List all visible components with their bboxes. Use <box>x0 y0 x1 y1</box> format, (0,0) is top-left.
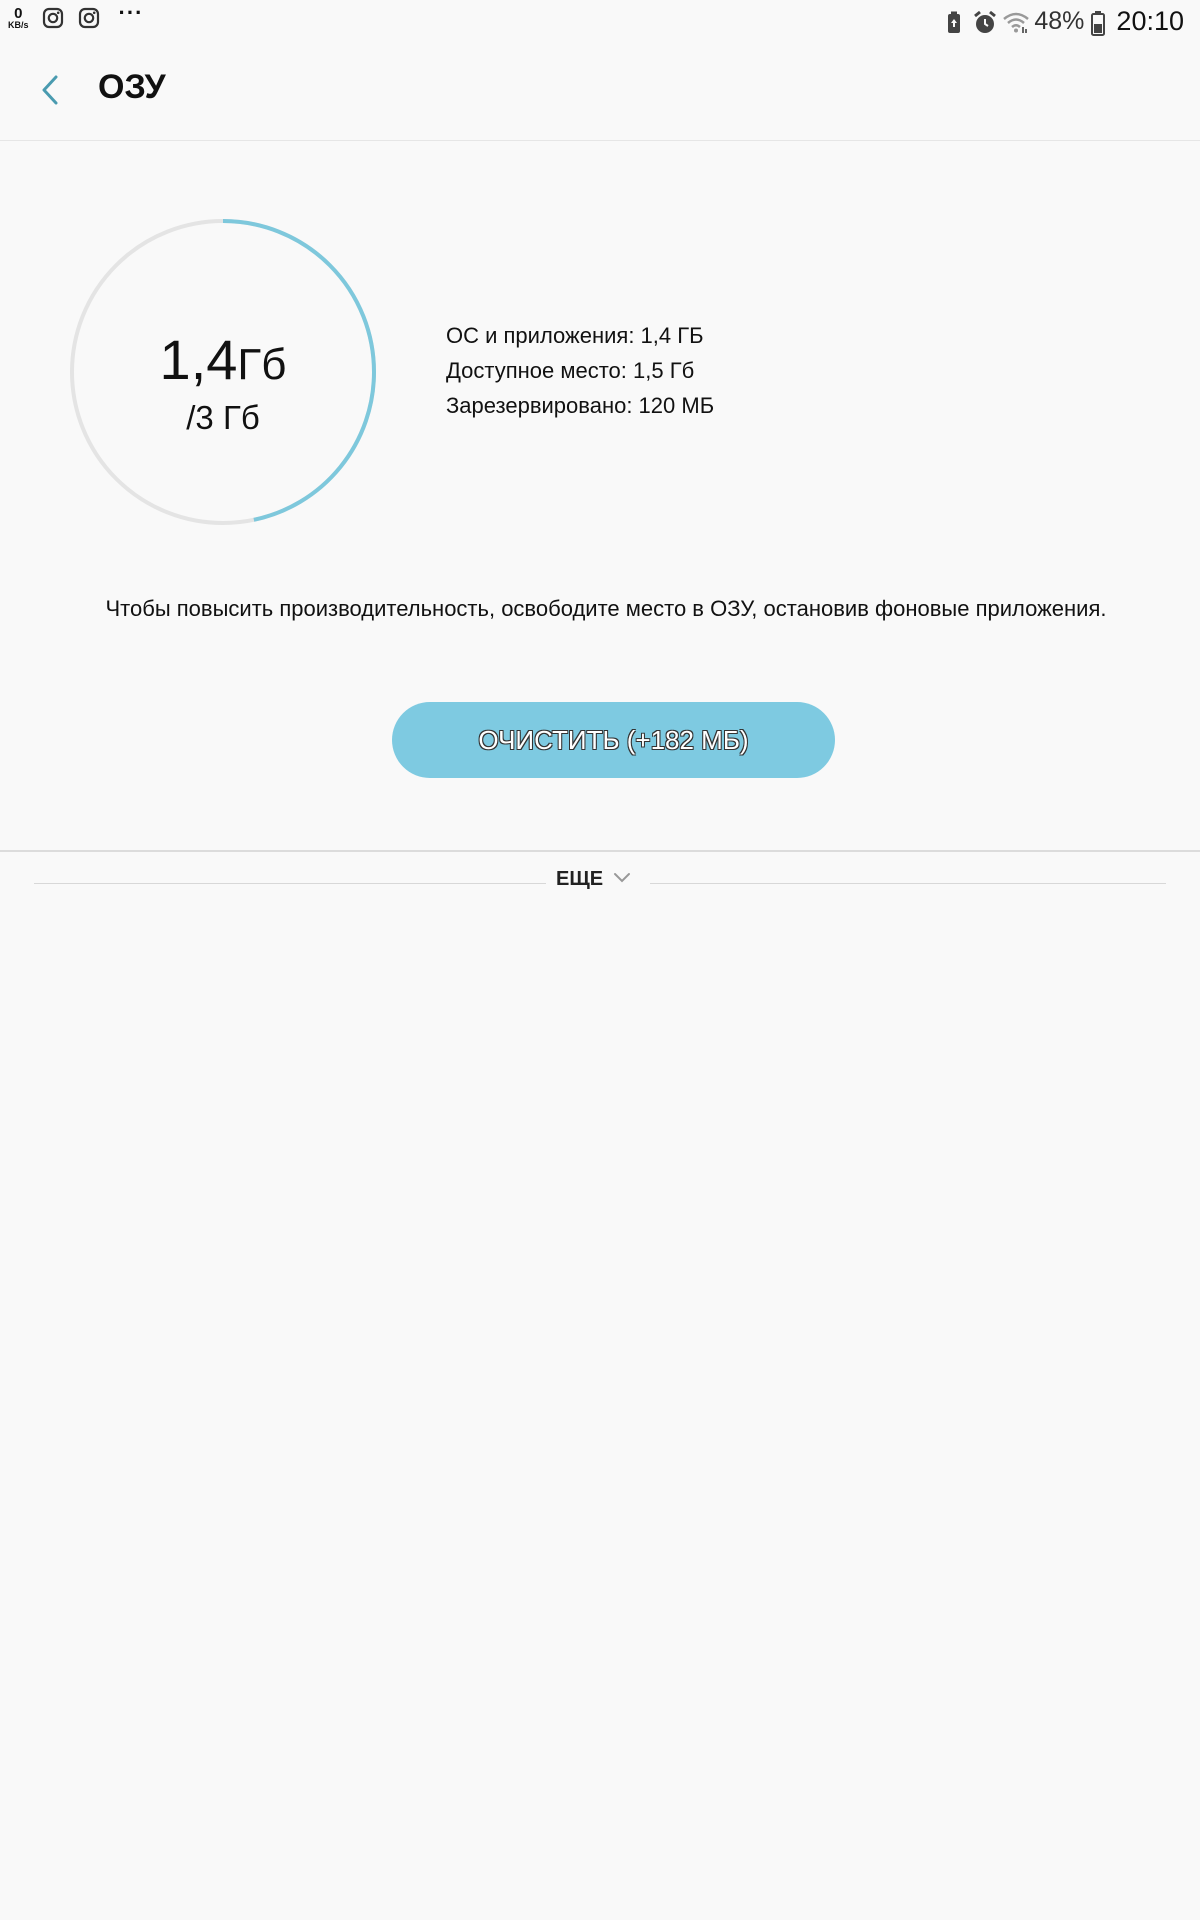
back-button[interactable] <box>28 70 72 114</box>
network-speed-unit: KB/s <box>8 20 29 30</box>
reserved-memory: Зарезервировано: 120 МБ <box>446 393 715 418</box>
chevron-left-icon <box>40 74 60 111</box>
battery-icon <box>1090 10 1106 36</box>
available-memory: Доступное место: 1,5 Гб <box>446 358 695 383</box>
network-speed-value: 0 <box>14 5 23 22</box>
used-memory-value: 1,4 <box>159 328 238 391</box>
instagram-icon <box>41 6 65 30</box>
battery-percent: 48% <box>1034 7 1085 35</box>
used-memory-unit: Гб <box>237 340 287 389</box>
status-bar-left: 0 KB/s ··· <box>8 0 144 30</box>
page-title: ОЗУ <box>98 68 166 106</box>
used-memory: 1,4Гб <box>68 327 378 392</box>
more-toggle[interactable]: ЕЩЕ <box>556 868 631 891</box>
total-memory: /3 Гб <box>186 399 260 436</box>
clean-button-label: ОЧИСТИТЬ (+182 МБ) <box>478 724 749 755</box>
instagram-icon <box>77 6 101 30</box>
section-divider <box>0 850 1200 852</box>
chevron-down-icon <box>613 871 631 889</box>
more-label: ЕЩЕ <box>556 868 604 890</box>
clock: 20:10 <box>1116 6 1184 36</box>
status-bar: 0 KB/s ··· 48% 20:10 <box>0 0 1200 44</box>
alarm-icon <box>972 10 997 34</box>
status-bar-right: 48% 20:10 <box>942 6 1184 37</box>
app-header: ОЗУ <box>0 44 1200 141</box>
performance-hint: Чтобы повысить производительность, освоб… <box>105 596 1107 621</box>
more-divider-right <box>650 883 1166 884</box>
memory-details: ОС и приложения: 1,4 ГБ Доступное место:… <box>446 318 714 423</box>
wifi-icon <box>1002 10 1030 34</box>
clean-button[interactable]: ОЧИСТИТЬ (+182 МБ) <box>392 702 835 778</box>
os-apps-memory: ОС и приложения: 1,4 ГБ <box>446 323 704 348</box>
more-divider-left <box>34 883 546 884</box>
battery-saver-icon <box>942 10 966 34</box>
ram-usage-gauge: 1,4Гб /3 Гб <box>68 217 378 527</box>
network-speed: 0 KB/s <box>8 6 29 30</box>
more-notifications-icon: ··· <box>118 0 144 25</box>
